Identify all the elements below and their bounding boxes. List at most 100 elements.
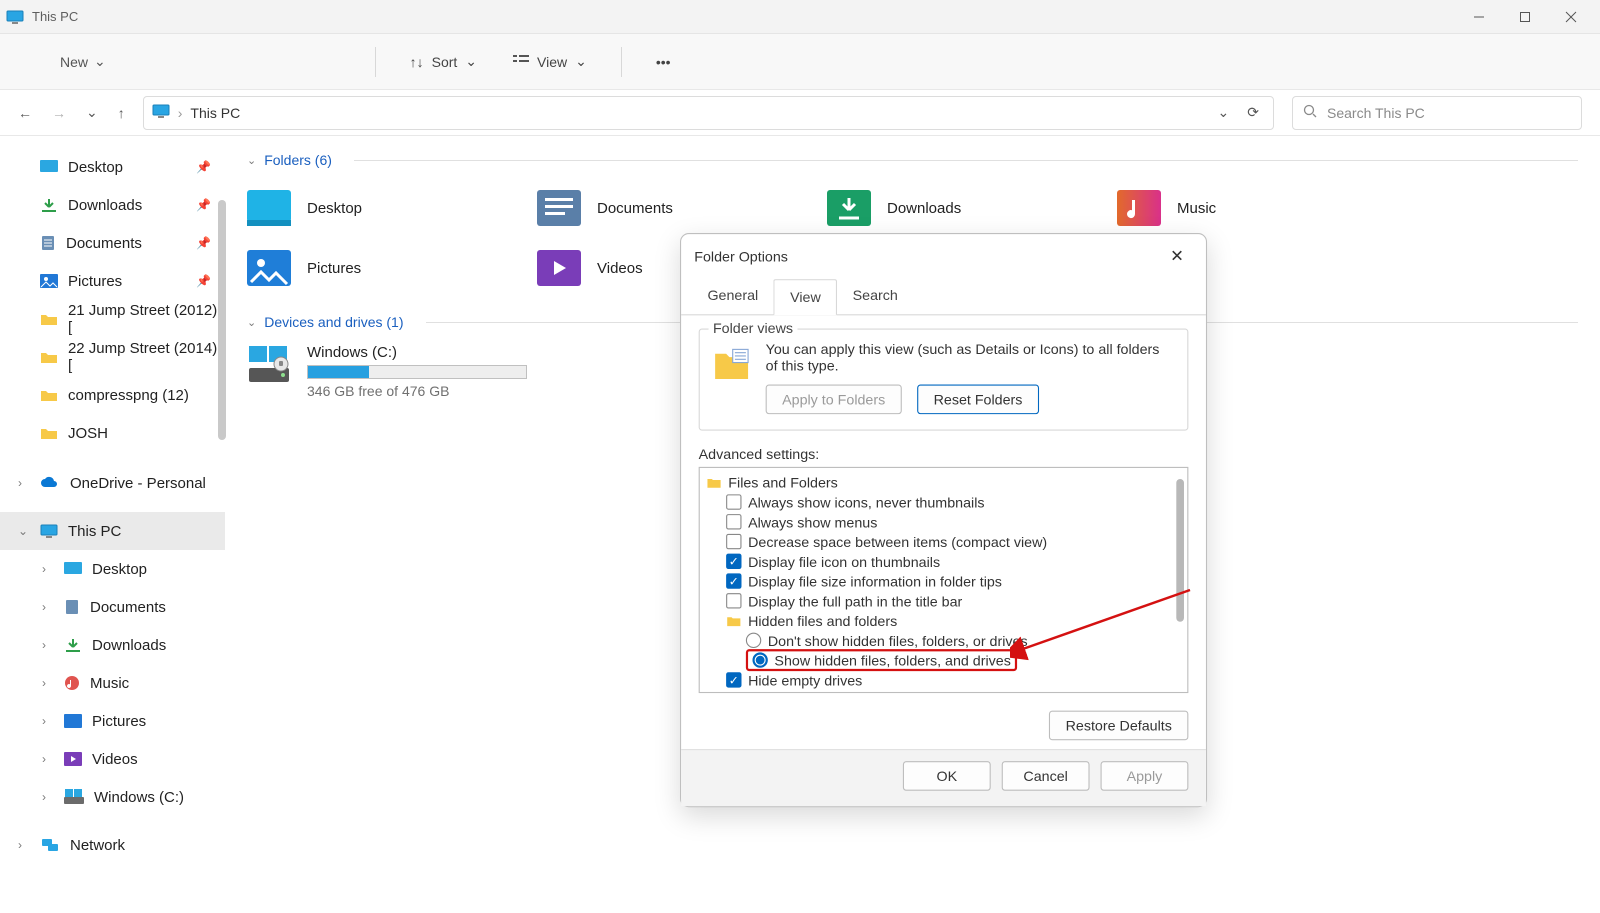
checkbox[interactable] (726, 494, 741, 509)
checkbox-checked[interactable]: ✓ (726, 573, 741, 588)
sidebar-item-downloads[interactable]: ›Downloads (0, 626, 225, 664)
sidebar-item-this-pc[interactable]: ⌄ This PC (0, 512, 225, 550)
sidebar-label: Videos (92, 751, 138, 768)
cancel-button[interactable]: Cancel (1002, 761, 1090, 791)
tree-item-show-hidden[interactable]: Show hidden files, folders, and drives (706, 650, 1180, 670)
tree-item-dont-show-hidden[interactable]: Don't show hidden files, folders, or dri… (706, 630, 1180, 650)
radio[interactable] (746, 633, 761, 648)
folder-tile-documents[interactable]: Documents (537, 178, 827, 238)
sidebar-item-pictures[interactable]: Pictures 📌 (0, 262, 225, 300)
restore-defaults-button[interactable]: Restore Defaults (1049, 711, 1188, 741)
tree-group-files-folders[interactable]: Files and Folders (706, 472, 1180, 492)
view-button[interactable]: View ⌄ (505, 49, 595, 74)
tree-item-always-icons[interactable]: Always show icons, never thumbnails (706, 492, 1180, 512)
breadcrumb-this-pc[interactable]: This PC (190, 105, 240, 121)
reset-folders-button[interactable]: Reset Folders (917, 385, 1039, 415)
sidebar-item-network[interactable]: › Network (0, 826, 225, 864)
apply-to-folders-button[interactable]: Apply to Folders (766, 385, 902, 415)
tree-item-hide-empty-drives[interactable]: ✓Hide empty drives (706, 670, 1180, 690)
checkbox[interactable] (726, 534, 741, 549)
drive-usage-fill (308, 366, 369, 378)
advanced-settings-tree[interactable]: Files and Folders Always show icons, nev… (699, 467, 1189, 693)
close-button[interactable] (1548, 0, 1594, 34)
sidebar-item-pictures[interactable]: ›Pictures (0, 702, 225, 740)
tab-view[interactable]: View (774, 279, 838, 315)
search-box[interactable]: Search This PC (1292, 96, 1582, 130)
dialog-title: Folder Options (694, 248, 788, 264)
folder-tile-pictures[interactable]: Pictures (247, 238, 537, 298)
sidebar-item-videos[interactable]: ›Videos (0, 740, 225, 778)
sidebar-item-music[interactable]: ›Music (0, 664, 225, 702)
sidebar-label: compresspng (12) (68, 387, 189, 404)
tree-label: Display file icon on thumbnails (748, 553, 940, 569)
view-icon (513, 53, 529, 70)
tree-item-full-path[interactable]: Display the full path in the title bar (706, 591, 1180, 611)
more-button[interactable]: ••• (648, 50, 679, 74)
drive-tile-c[interactable]: Windows (C:) 346 GB free of 476 GB (247, 340, 587, 403)
checkbox-checked[interactable]: ✓ (726, 692, 741, 693)
sidebar-item-desktop[interactable]: Desktop 📌 (0, 148, 225, 186)
new-label: New (60, 54, 88, 70)
minimize-button[interactable] (1456, 0, 1502, 34)
documents-icon (537, 190, 581, 226)
sidebar-item-documents[interactable]: Documents 📌 (0, 224, 225, 262)
tree-item-thumb-icon[interactable]: ✓ Display file icon on thumbnails (706, 551, 1180, 571)
desktop-icon (247, 190, 291, 226)
sidebar-item-folder[interactable]: 22 Jump Street (2014) [ (0, 338, 225, 376)
sidebar-label: Downloads (68, 197, 142, 214)
history-dropdown[interactable]: ⌄ (1218, 104, 1234, 121)
checkbox-checked[interactable]: ✓ (726, 554, 741, 569)
download-icon (40, 197, 58, 213)
sidebar-item-documents[interactable]: ›Documents (0, 588, 225, 626)
folder-tile-downloads[interactable]: Downloads (827, 178, 1117, 238)
checkbox[interactable] (726, 514, 741, 529)
network-icon (40, 838, 60, 852)
sidebar-item-drive-c[interactable]: ›Windows (C:) (0, 778, 225, 816)
tree-item-always-menus[interactable]: Always show menus (706, 512, 1180, 532)
sidebar-item-downloads[interactable]: Downloads 📌 (0, 186, 225, 224)
apply-button[interactable]: Apply (1101, 761, 1189, 791)
new-button[interactable]: New ⌄ (50, 49, 116, 74)
checkbox[interactable] (726, 593, 741, 608)
dialog-close-button[interactable]: ✕ (1161, 242, 1192, 271)
forward-button[interactable]: → (52, 105, 66, 121)
breadcrumb-sep: › (178, 105, 183, 121)
window-controls (1456, 0, 1594, 34)
sidebar-item-folder[interactable]: JOSH (0, 414, 225, 452)
cloud-icon (40, 476, 60, 490)
address-bar[interactable]: › This PC ⌄ ⟳ (143, 96, 1274, 130)
search-placeholder: Search This PC (1327, 105, 1425, 121)
tree-item-hide-extensions[interactable]: ✓Hide extensions for known file types (706, 690, 1180, 693)
sidebar-item-desktop[interactable]: ›Desktop (0, 550, 225, 588)
folder-tile-music[interactable]: Music (1117, 178, 1407, 238)
music-icon (1117, 190, 1161, 226)
videos-icon (64, 752, 82, 766)
checkbox-checked[interactable]: ✓ (726, 672, 741, 687)
pictures-icon (64, 714, 82, 728)
tree-label: Files and Folders (728, 474, 837, 490)
folder-tile-desktop[interactable]: Desktop (247, 178, 537, 238)
radio-checked[interactable] (752, 652, 767, 667)
tree-item-compact-view[interactable]: Decrease space between items (compact vi… (706, 532, 1180, 552)
tab-general[interactable]: General (692, 278, 774, 314)
folder-views-legend: Folder views (709, 320, 798, 336)
back-button[interactable]: ← (18, 105, 32, 121)
up-button[interactable]: ↑ (118, 105, 125, 121)
refresh-button[interactable]: ⟳ (1241, 104, 1265, 121)
tree-scrollbar[interactable] (1176, 479, 1184, 622)
folders-section-header[interactable]: ⌄ Folders (6) (247, 152, 1578, 168)
tab-search[interactable]: Search (837, 278, 913, 314)
sidebar-item-folder[interactable]: 21 Jump Street (2012) [ (0, 300, 225, 338)
sort-button[interactable]: ↑↓ Sort ⌄ (402, 49, 485, 74)
ok-button[interactable]: OK (903, 761, 991, 791)
maximize-button[interactable] (1502, 0, 1548, 34)
more-icon: ••• (656, 54, 671, 70)
tree-group-hidden-files[interactable]: Hidden files and folders (706, 611, 1180, 631)
tree-item-size-tips[interactable]: ✓Display file size information in folder… (706, 571, 1180, 591)
address-row: ← → ⌄ ↑ › This PC ⌄ ⟳ Search This PC (0, 90, 1600, 136)
recent-dropdown[interactable]: ⌄ (86, 104, 98, 121)
sidebar-item-folder[interactable]: compresspng (12) (0, 376, 225, 414)
sidebar-item-onedrive[interactable]: › OneDrive - Personal (0, 464, 225, 502)
sidebar-label: Pictures (92, 713, 146, 730)
folder-icon (40, 312, 58, 326)
